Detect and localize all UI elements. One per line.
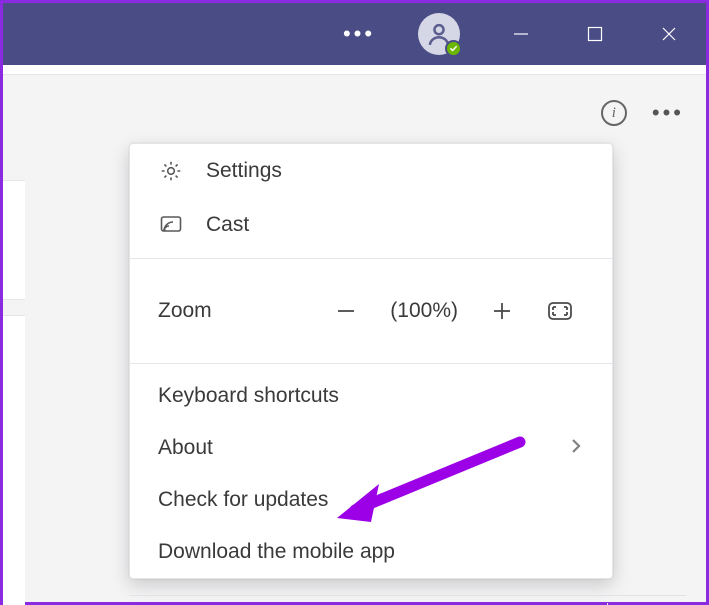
presence-available-icon — [445, 40, 462, 57]
more-options-button[interactable]: ••• — [336, 3, 382, 65]
zoom-label: Zoom — [158, 299, 212, 323]
zoom-in-button[interactable] — [478, 289, 526, 333]
zoom-out-button[interactable] — [322, 289, 370, 333]
zoom-value: (100%) — [380, 299, 468, 323]
app-body: i ••• Settings Cast Zoom — [3, 65, 706, 602]
zoom-row: Zoom (100%) — [130, 265, 612, 357]
check-for-updates-menu-item[interactable]: Check for updates — [130, 474, 612, 526]
menu-separator — [130, 363, 612, 364]
settings-and-more-menu: Settings Cast Zoom (100%) — [129, 143, 613, 579]
content-sliver-1 — [3, 180, 25, 300]
cast-icon — [158, 212, 184, 238]
title-bar: ••• — [3, 3, 706, 65]
about-menu-item[interactable]: About — [130, 422, 612, 474]
panel-divider — [129, 595, 686, 596]
menu-separator — [130, 258, 612, 259]
download-mobile-app-label: Download the mobile app — [158, 540, 395, 564]
gear-icon — [158, 158, 184, 184]
settings-label: Settings — [206, 159, 282, 183]
about-label: About — [158, 436, 213, 460]
info-icon[interactable]: i — [601, 100, 627, 126]
profile-button[interactable] — [418, 13, 460, 55]
download-mobile-app-menu-item[interactable]: Download the mobile app — [130, 526, 612, 578]
minimize-button[interactable] — [498, 3, 544, 65]
chevron-right-icon — [568, 436, 584, 460]
close-button[interactable] — [646, 3, 692, 65]
cast-menu-item[interactable]: Cast — [130, 198, 612, 252]
fullscreen-button[interactable] — [536, 289, 584, 333]
keyboard-shortcuts-menu-item[interactable]: Keyboard shortcuts — [130, 370, 612, 422]
window-frame: ••• i ••• — [0, 0, 709, 605]
toolbar-more-button[interactable]: ••• — [652, 100, 684, 126]
content-sliver-2 — [3, 315, 25, 605]
check-for-updates-label: Check for updates — [158, 488, 328, 512]
cast-label: Cast — [206, 213, 249, 237]
body-top-strip — [3, 65, 706, 75]
settings-menu-item[interactable]: Settings — [130, 144, 612, 198]
keyboard-shortcuts-label: Keyboard shortcuts — [158, 384, 339, 408]
toolbar-right: i ••• — [601, 100, 684, 126]
maximize-button[interactable] — [572, 3, 618, 65]
